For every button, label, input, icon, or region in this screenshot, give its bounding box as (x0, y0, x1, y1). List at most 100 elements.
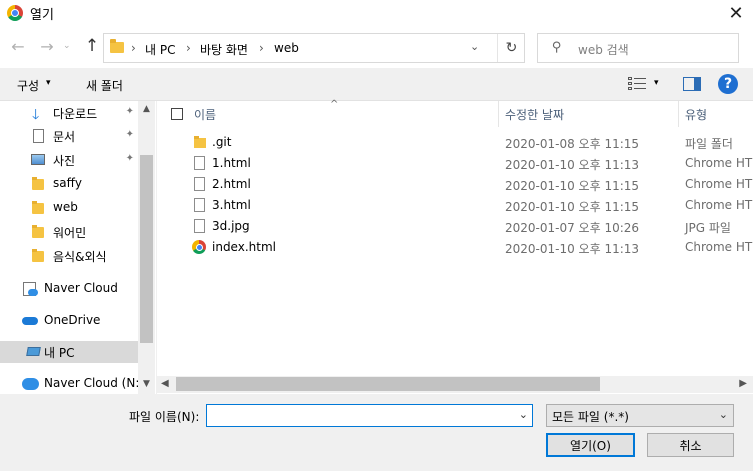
table-row[interactable]: 2.html 2020-01-10 오후 11:15 Chrome HTM (157, 174, 753, 195)
up-button[interactable]: ↑ (82, 36, 102, 56)
sidebar-item-label: 다운로드 (53, 107, 98, 121)
file-date: 2020-01-10 오후 11:13 (505, 242, 640, 256)
column-header-row: ^ 이름 수정한 날짜 유형 (157, 99, 753, 127)
table-row[interactable]: 1.html 2020-01-10 오후 11:13 Chrome HTM (157, 153, 753, 174)
chevron-down-icon[interactable]: ⌄ (470, 40, 479, 53)
chevron-down-icon[interactable]: ▾ (46, 78, 51, 88)
sidebar-item-label: OneDrive (44, 313, 101, 327)
scroll-down-arrow[interactable]: ▼ (138, 376, 155, 393)
sidebar-item-label: 내 PC (44, 346, 75, 360)
recent-locations-button[interactable]: ⌄ (63, 41, 71, 51)
sidebar-item-naver-drive[interactable]: Naver Cloud (N:) (0, 373, 144, 395)
sidebar-item-onedrive[interactable]: OneDrive (0, 310, 138, 332)
horizontal-scroll-thumb[interactable] (176, 377, 600, 391)
pin-icon: ✦ (125, 153, 134, 164)
new-folder-button[interactable]: 새 폴더 (86, 77, 123, 94)
table-row[interactable]: 3.html 2020-01-10 오후 11:15 Chrome HTM (157, 195, 753, 216)
pin-icon: ✦ (125, 129, 134, 140)
naver-drive-icon (22, 378, 39, 390)
sidebar-item-saffy[interactable]: saffy (0, 173, 138, 195)
organize-button[interactable]: 구성 (17, 77, 39, 94)
file-icon (194, 219, 205, 233)
scroll-left-arrow[interactable]: ◀ (161, 378, 169, 389)
sidebar-item-food[interactable]: 음식&외식 (0, 245, 138, 267)
scroll-right-arrow[interactable]: ▶ (739, 378, 747, 389)
folder-icon (32, 177, 44, 190)
search-input[interactable]: ⚲ web 검색 (537, 33, 739, 63)
search-icon: ⚲ (552, 40, 562, 55)
sidebar-item-label: saffy (53, 176, 82, 190)
column-header-name[interactable]: 이름 (194, 106, 216, 123)
folder-icon (32, 249, 44, 262)
help-button[interactable]: ? (718, 74, 738, 94)
breadcrumb-item-web[interactable]: web (274, 41, 299, 55)
breadcrumb-separator[interactable]: › (259, 41, 264, 55)
sidebar-item-pictures[interactable]: 사진 ✦ (0, 149, 138, 171)
breadcrumb-separator: › (131, 41, 136, 55)
file-date: 2020-01-10 오후 11:15 (505, 200, 640, 214)
folder-icon (32, 225, 44, 238)
cancel-button[interactable]: 취소 (647, 433, 734, 457)
file-icon (194, 198, 205, 212)
chevron-down-icon[interactable]: ⌄ (519, 408, 528, 421)
pc-icon (26, 347, 41, 356)
sidebar-item-naver-cloud[interactable]: Naver Cloud (0, 278, 138, 300)
file-icon (194, 177, 205, 191)
search-placeholder: web 검색 (578, 43, 629, 57)
column-divider[interactable] (678, 101, 679, 127)
scroll-up-arrow[interactable]: ▲ (138, 101, 155, 118)
file-type: Chrome HTM (685, 177, 753, 191)
forward-button[interactable]: → (37, 37, 57, 56)
breadcrumb-separator[interactable]: › (186, 41, 191, 55)
file-type: JPG 파일 (685, 221, 731, 235)
select-all-checkbox[interactable] (171, 108, 183, 120)
sidebar-item-label: web (53, 200, 78, 214)
file-name: index.html (212, 240, 276, 254)
column-divider[interactable] (498, 101, 499, 127)
filename-input[interactable]: ⌄ (206, 404, 533, 427)
dialog-footer: 파일 이름(N): ⌄ 모든 파일 (*.*) ⌄ 열기(O) 취소 (0, 394, 753, 471)
table-row[interactable]: .git 2020-01-08 오후 11:15 파일 폴더 (157, 132, 753, 153)
close-button[interactable]: ✕ (719, 0, 753, 26)
file-name: 2.html (212, 177, 251, 191)
sidebar-item-this-pc[interactable]: 내 PC (0, 341, 138, 363)
cloud-badge-icon (28, 289, 38, 296)
refresh-button[interactable]: ↻ (497, 34, 525, 62)
column-header-date[interactable]: 수정한 날짜 (505, 106, 564, 123)
sort-ascending-icon: ^ (330, 99, 339, 110)
file-icon (194, 156, 205, 170)
sidebar-scroll-thumb[interactable] (140, 155, 153, 343)
back-button[interactable]: ← (8, 37, 28, 56)
sidebar-item-label: 문서 (53, 130, 76, 144)
open-button[interactable]: 열기(O) (546, 433, 635, 457)
title-bar: 열기 ✕ (0, 0, 753, 26)
preview-pane-icon[interactable] (683, 77, 701, 91)
file-date: 2020-01-10 오후 11:15 (505, 179, 640, 193)
sidebar-item-label: 사진 (53, 154, 76, 168)
breadcrumb-item-pc[interactable]: 내 PC (145, 41, 175, 58)
table-row[interactable]: index.html 2020-01-10 오후 11:13 Chrome HT… (157, 237, 753, 258)
file-date: 2020-01-07 오후 10:26 (505, 221, 640, 235)
view-options-icon[interactable] (628, 77, 646, 91)
column-header-type[interactable]: 유형 (685, 106, 707, 123)
pictures-icon (31, 154, 45, 165)
breadcrumb-item-desktop[interactable]: 바탕 화면 (200, 41, 248, 58)
sidebar-item-label: 음식&외식 (53, 250, 107, 264)
sidebar-item-web[interactable]: web (0, 197, 138, 219)
file-type-value: 모든 파일 (*.*) (552, 410, 629, 424)
folder-icon (110, 39, 124, 53)
chevron-down-icon[interactable]: ▾ (654, 78, 659, 88)
sidebar-item-documents[interactable]: 문서 ✦ (0, 125, 138, 147)
chrome-icon (192, 240, 206, 254)
file-type-select[interactable]: 모든 파일 (*.*) ⌄ (546, 404, 734, 427)
folder-icon (194, 136, 206, 148)
sidebar-item-label: Naver Cloud (44, 281, 118, 295)
chrome-icon (7, 5, 23, 21)
file-date: 2020-01-08 오후 11:15 (505, 137, 640, 151)
table-row[interactable]: 3d.jpg 2020-01-07 오후 10:26 JPG 파일 (157, 216, 753, 237)
sidebar-item-native[interactable]: 워어민 (0, 221, 138, 243)
file-list: ^ 이름 수정한 날짜 유형 .git 2020-01-08 오후 11:15 … (157, 99, 753, 394)
horizontal-scrollbar[interactable]: ◀ ▶ (157, 376, 753, 393)
sidebar-item-downloads[interactable]: 🡓 다운로드 ✦ (0, 102, 138, 124)
address-bar[interactable]: › 내 PC › 바탕 화면 › web ⌄ ↻ (103, 33, 525, 63)
